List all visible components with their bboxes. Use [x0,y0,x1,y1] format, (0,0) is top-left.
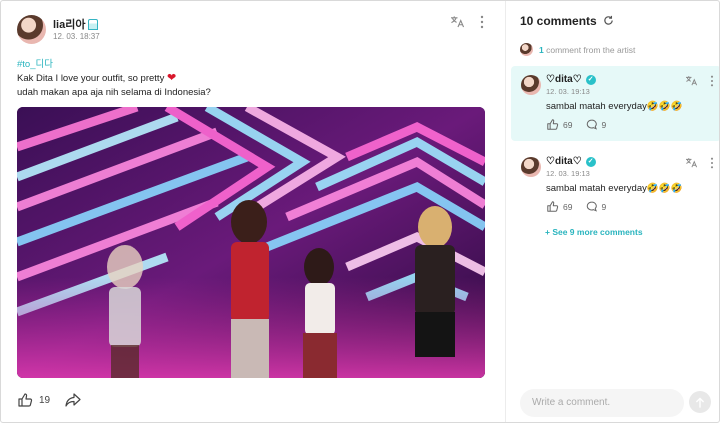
commenter-name[interactable]: ♡dita♡ ✓ [546,74,596,85]
comment-actions: 69 9 [546,119,606,130]
comment-translate-button[interactable] [685,157,698,168]
like-hand-icon [18,393,33,407]
commenter-avatar[interactable] [521,75,541,95]
comment-more-button[interactable] [710,75,714,87]
reply-bubble-icon[interactable] [586,201,598,212]
comment-timestamp: 12. 03. 19:13 [546,169,590,178]
post-timestamp: 12. 03. 18:37 [53,32,100,41]
stage-photo [17,107,485,378]
verified-artist-icon: ✓ [585,74,596,85]
comment-item: ♡dita♡ ✓ 12. 03. 19:13 sambal matah ever… [511,148,719,223]
author-name-text: lia리아 [53,19,86,31]
verified-artist-icon: ✓ [585,156,596,167]
commenter-avatar[interactable] [521,157,541,177]
comment-item: ♡dita♡ ✓ 12. 03. 19:13 sambal matah ever… [511,66,719,141]
like-count: 19 [39,394,51,406]
refresh-icon [603,15,613,25]
more-icon [710,157,714,169]
app-window: lia리아 12. 03. 18:37 #to_디다 Kak Dita I lo… [0,0,720,423]
commenter-name-text: ♡dita♡ [546,74,582,85]
comment-input[interactable]: Write a comment. [520,389,684,417]
comment-reply-count: 9 [601,119,607,130]
comment-like-count: 69 [563,119,573,130]
commenter-name[interactable]: ♡dita♡ ✓ [546,156,596,167]
author-name[interactable]: lia리아 [53,16,99,32]
translate-icon [686,76,698,86]
artist-comment-count: 1 [539,44,544,55]
send-comment-button[interactable] [689,391,711,413]
comment-actions: 69 9 [546,201,606,212]
fan-badge-icon [88,18,99,30]
comment-text: sambal matah everyday🤣🤣🤣 [546,183,683,194]
heart-emoji: ❤ [166,72,177,84]
comment-text: sambal matah everyday🤣🤣🤣 [546,101,683,112]
translate-icon [686,158,698,168]
artist-comment-filter[interactable]: 1 comment from the artist [520,43,635,56]
reply-bubble-icon[interactable] [586,119,598,130]
commenter-name-text: ♡dita♡ [546,156,582,167]
comments-panel: 10 comments 1 comment from the artist ♡d… [507,1,719,422]
comment-translate-button[interactable] [685,75,698,86]
translate-button[interactable] [450,15,465,28]
like-button[interactable]: 19 [17,393,50,407]
like-hand-icon[interactable] [546,201,559,212]
post-image[interactable] [17,107,485,378]
post-hashtag[interactable]: #to_디다 [17,56,53,70]
post-panel: lia리아 12. 03. 18:37 #to_디다 Kak Dita I lo… [1,1,506,422]
like-hand-icon[interactable] [546,119,559,130]
more-icon [710,75,714,87]
artist-comment-label: comment from the artist [546,44,636,55]
comment-more-button[interactable] [710,157,714,169]
share-button[interactable] [65,393,81,407]
post-text-line-2: udah makan apa aja nih selama di Indones… [17,87,211,98]
author-avatar[interactable] [17,15,46,44]
translate-icon [451,16,465,28]
more-options-button[interactable] [479,15,485,29]
comment-reply-count: 9 [601,201,607,212]
refresh-button[interactable] [602,14,614,26]
post-text-line-1-content: Kak Dita I love your outfit, so pretty [17,73,165,84]
send-arrow-up-icon [696,397,704,408]
comments-count-title: 10 comments [520,14,597,28]
comment-timestamp: 12. 03. 19:13 [546,87,590,96]
post-text-line-1: Kak Dita I love your outfit, so pretty ❤ [17,71,176,84]
see-more-comments-link[interactable]: + See 9 more comments [545,227,643,237]
comment-like-count: 69 [563,201,573,212]
more-icon [480,15,484,29]
artist-avatar-small [520,43,533,56]
share-arrow-icon [65,393,81,407]
